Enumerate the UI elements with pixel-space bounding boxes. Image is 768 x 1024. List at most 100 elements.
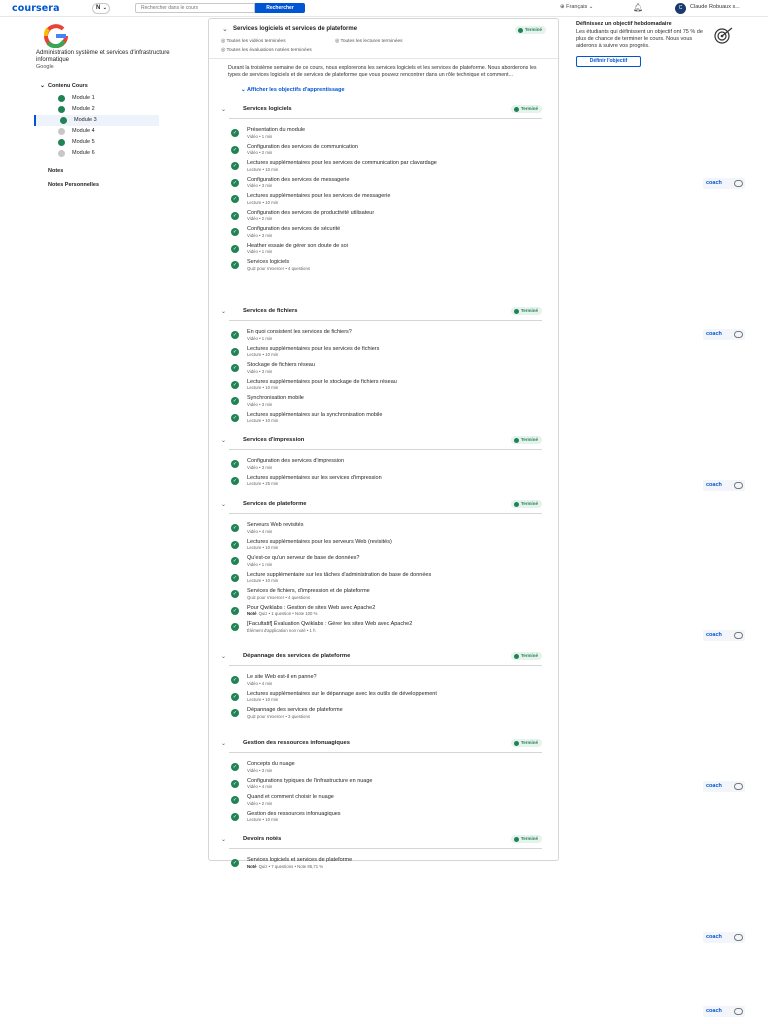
- lesson-item[interactable]: ✓ Serveurs Web revisités Vidéo • 4 min: [231, 522, 558, 535]
- lesson-item[interactable]: ✓ Le site Web est-il en panne? Vidéo • 4 m…: [231, 674, 558, 687]
- personal-notes-link[interactable]: Notes Personnelles: [48, 182, 99, 188]
- sidebar-item-module-1[interactable]: Module 1: [34, 93, 159, 104]
- lesson-item[interactable]: ✓ Synchronisation mobile Vidéo • 3 min: [231, 395, 558, 408]
- section-header[interactable]: ⌄ Services d'impression Terminé: [221, 434, 542, 450]
- coach-button[interactable]: coach: [703, 329, 745, 340]
- check-circle-icon: ✓: [231, 397, 239, 405]
- lesson-item[interactable]: ✓ Configurations typiques de l'infrastruc…: [231, 778, 558, 791]
- lesson-item[interactable]: ✓ Configuration des services de communica…: [231, 144, 558, 157]
- coach-label: coach: [706, 934, 722, 940]
- check-circle-icon: ✓: [231, 178, 239, 187]
- lesson-meta: Noté Quiz • 7 questions • Note 85,71 %: [247, 864, 558, 870]
- learning-objectives-link[interactable]: ⌄ Afficher les objectifs d'apprentissage: [241, 87, 345, 93]
- set-goal-button[interactable]: Définir l'objectif: [576, 56, 641, 67]
- section-header[interactable]: ⌄ Services de plateforme Terminé: [221, 498, 542, 514]
- lesson-meta-text: Vidéo • 3 min: [247, 464, 273, 470]
- lesson-meta-text: Lecture • 10 min: [247, 697, 279, 702]
- filter-graded[interactable]: ◎ Toutes les évaluations notées terminée…: [221, 48, 312, 53]
- lesson-item[interactable]: ✓ Lectures supplémentaires sur les servic…: [231, 475, 558, 488]
- section-header[interactable]: ⌄ Services logiciels Terminé: [221, 103, 542, 119]
- language-selector[interactable]: ⊕ Français ⌄: [560, 4, 593, 10]
- lesson-item[interactable]: ✓ Quand et comment choisir le nuage Vidéo …: [231, 794, 558, 807]
- section-header[interactable]: ⌄ Devoirs notés Terminé: [221, 833, 542, 849]
- chevron-down-icon: ⌄: [221, 107, 227, 113]
- lesson-meta: Vidéo • 3 min: [247, 465, 558, 471]
- lesson-section: ⌄ Gestion des ressources infonuagiques Ter…: [209, 737, 558, 827]
- lesson-item[interactable]: ✓ Concepts du nuage Vidéo • 3 min: [231, 761, 558, 774]
- search-button[interactable]: Rechercher: [255, 3, 305, 13]
- lesson-item[interactable]: ✓ Stockage de fichiers réseau Vidéo • 3 mi…: [231, 362, 558, 375]
- lesson-meta-text: Lecture • 10 min: [247, 385, 279, 390]
- lesson-meta-text: Vidéo • 1 min: [247, 335, 273, 341]
- lesson-meta-text: Quiz pour s'exercer • 4 questions: [247, 594, 310, 600]
- section-header[interactable]: ⌄ Dépannage des services de plateforme Ter…: [221, 650, 542, 666]
- lesson-meta: Vidéo • 1 min: [247, 249, 558, 255]
- lesson-item[interactable]: ✓ Gestion des ressources infonuagiques Lec…: [231, 811, 558, 824]
- check-circle-icon: ✓: [231, 779, 239, 788]
- lesson-item[interactable]: ✓ Services logiciels et services de plate…: [231, 857, 558, 870]
- lesson-item[interactable]: ✓ Dépannage des services de plateforme Qui…: [231, 707, 558, 720]
- course-title[interactable]: Administration système et services d'inf…: [36, 50, 176, 64]
- module-description: Durant la troisième semaine de ce cours,…: [228, 65, 537, 78]
- sidebar-item-module-6[interactable]: Module 6: [34, 148, 159, 159]
- lesson-item[interactable]: ✓ Services logiciels Quiz pour s'exercer •…: [231, 259, 558, 272]
- lesson-meta: Lecture • 10 min: [247, 167, 558, 173]
- coach-button[interactable]: coach: [703, 178, 745, 189]
- search-input[interactable]: [135, 3, 255, 13]
- lesson-meta-text: Vidéo • 3 min: [247, 767, 273, 773]
- lesson-item[interactable]: ✓ Lectures supplémentaires sur le dépanna…: [231, 691, 558, 704]
- section-header[interactable]: ⌄ Services de fichiers Terminé: [221, 305, 542, 321]
- coach-button[interactable]: coach: [703, 781, 745, 792]
- coursera-logo[interactable]: coursera: [12, 3, 60, 14]
- check-circle-icon: ✓: [231, 590, 239, 598]
- course-org: Google: [36, 64, 54, 70]
- sidebar-item-module-3[interactable]: Module 3: [34, 115, 159, 126]
- goal-title: Définissez un objectif hebdomadaire: [576, 21, 672, 27]
- lesson-item[interactable]: ✓ Lectures supplémentaires pour les servi…: [231, 346, 558, 359]
- lesson-item[interactable]: ✓ Configuration des services de productiv…: [231, 210, 558, 223]
- notes-link[interactable]: Notes: [48, 168, 63, 174]
- lesson-item[interactable]: ✓ Heather essaie de gérer son doute de so…: [231, 243, 558, 256]
- lesson-item[interactable]: ✓ [Facultatif] Évaluation Qwiklabs : Gére…: [231, 621, 558, 634]
- sidebar-item-module-2[interactable]: Module 2: [34, 104, 159, 115]
- lesson-item[interactable]: ✓ Configuration des services d'impression…: [231, 458, 558, 471]
- lesson-item[interactable]: ✓ Lectures supplémentaires pour les servi…: [231, 193, 558, 206]
- lesson-section: ⌄ Services de fichiers Terminé ✓ En quoi con…: [209, 305, 558, 428]
- filter-videos[interactable]: ◎ Toutes les vidéos terminées: [221, 39, 286, 44]
- lesson-item[interactable]: ✓ En quoi consistent les services de fich…: [231, 329, 558, 342]
- coach-button[interactable]: coach: [703, 630, 745, 641]
- lesson-item[interactable]: ✓ Lectures supplémentaires pour les serve…: [231, 539, 558, 552]
- coach-button[interactable]: coach: [703, 480, 745, 491]
- sidebar-item-module-4[interactable]: Module 4: [34, 126, 159, 137]
- course-content-toggle[interactable]: ⌄ Contenu Cours: [40, 82, 88, 89]
- sidebar-item-module-5[interactable]: Module 5: [34, 137, 159, 148]
- status-badge: Terminé: [510, 500, 542, 508]
- lesson-item[interactable]: ✓ Qu'est-ce qu'un serveur de base de donn…: [231, 555, 558, 568]
- lesson-meta-text: Vidéo • 3 min: [247, 183, 273, 188]
- lesson-item[interactable]: ✓ Configuration des services de sécurité V…: [231, 226, 558, 239]
- lesson-item[interactable]: ✓ Présentation du module Vidéo • 1 min: [231, 127, 558, 140]
- coach-button[interactable]: coach: [703, 1006, 745, 1017]
- module-header[interactable]: ⌄ Services logiciels et services de plat…: [209, 19, 558, 59]
- lesson-meta: Lecture • 10 min: [247, 545, 558, 551]
- avatar[interactable]: C: [675, 3, 686, 14]
- lesson-meta: Quiz pour s'exercer • 4 questions: [247, 595, 558, 601]
- account-switcher[interactable]: N ⌄: [92, 3, 110, 14]
- bell-icon[interactable]: 🔔︎: [633, 3, 643, 12]
- lesson-meta: Lecture • 10 min: [247, 352, 558, 358]
- lesson-item[interactable]: ✓ Configuration des services de messageri…: [231, 177, 558, 190]
- lesson-item[interactable]: ✓ Lectures supplémentaires pour le stocka…: [231, 379, 558, 392]
- section-header[interactable]: ⌄ Gestion des ressources infonuagiques Ter…: [221, 737, 542, 753]
- coach-button[interactable]: coach: [703, 932, 745, 943]
- module-label: Module 1: [72, 95, 95, 101]
- lesson-item[interactable]: ✓ Pour Qwiklabs : Gestion de sites Web av…: [231, 605, 558, 618]
- lesson-item[interactable]: ✓ Lectures supplémentaires pour les servi…: [231, 160, 558, 173]
- lesson-item[interactable]: ✓ Services de fichiers, d'impression et d…: [231, 588, 558, 601]
- lesson-meta: Vidéo • 2 min: [247, 150, 558, 156]
- username[interactable]: Claude Robuaux s...: [690, 4, 740, 10]
- filter-readings[interactable]: ◎ Toutes les lectures terminées: [335, 39, 403, 44]
- lesson-item[interactable]: ✓ Lectures supplémentaires sur la synchro…: [231, 412, 558, 425]
- check-circle-icon: ✓: [231, 331, 239, 339]
- check-circle-icon: ✓: [231, 195, 239, 203]
- lesson-item[interactable]: ✓ Lecture supplémentaire sur les tâches d…: [231, 572, 558, 585]
